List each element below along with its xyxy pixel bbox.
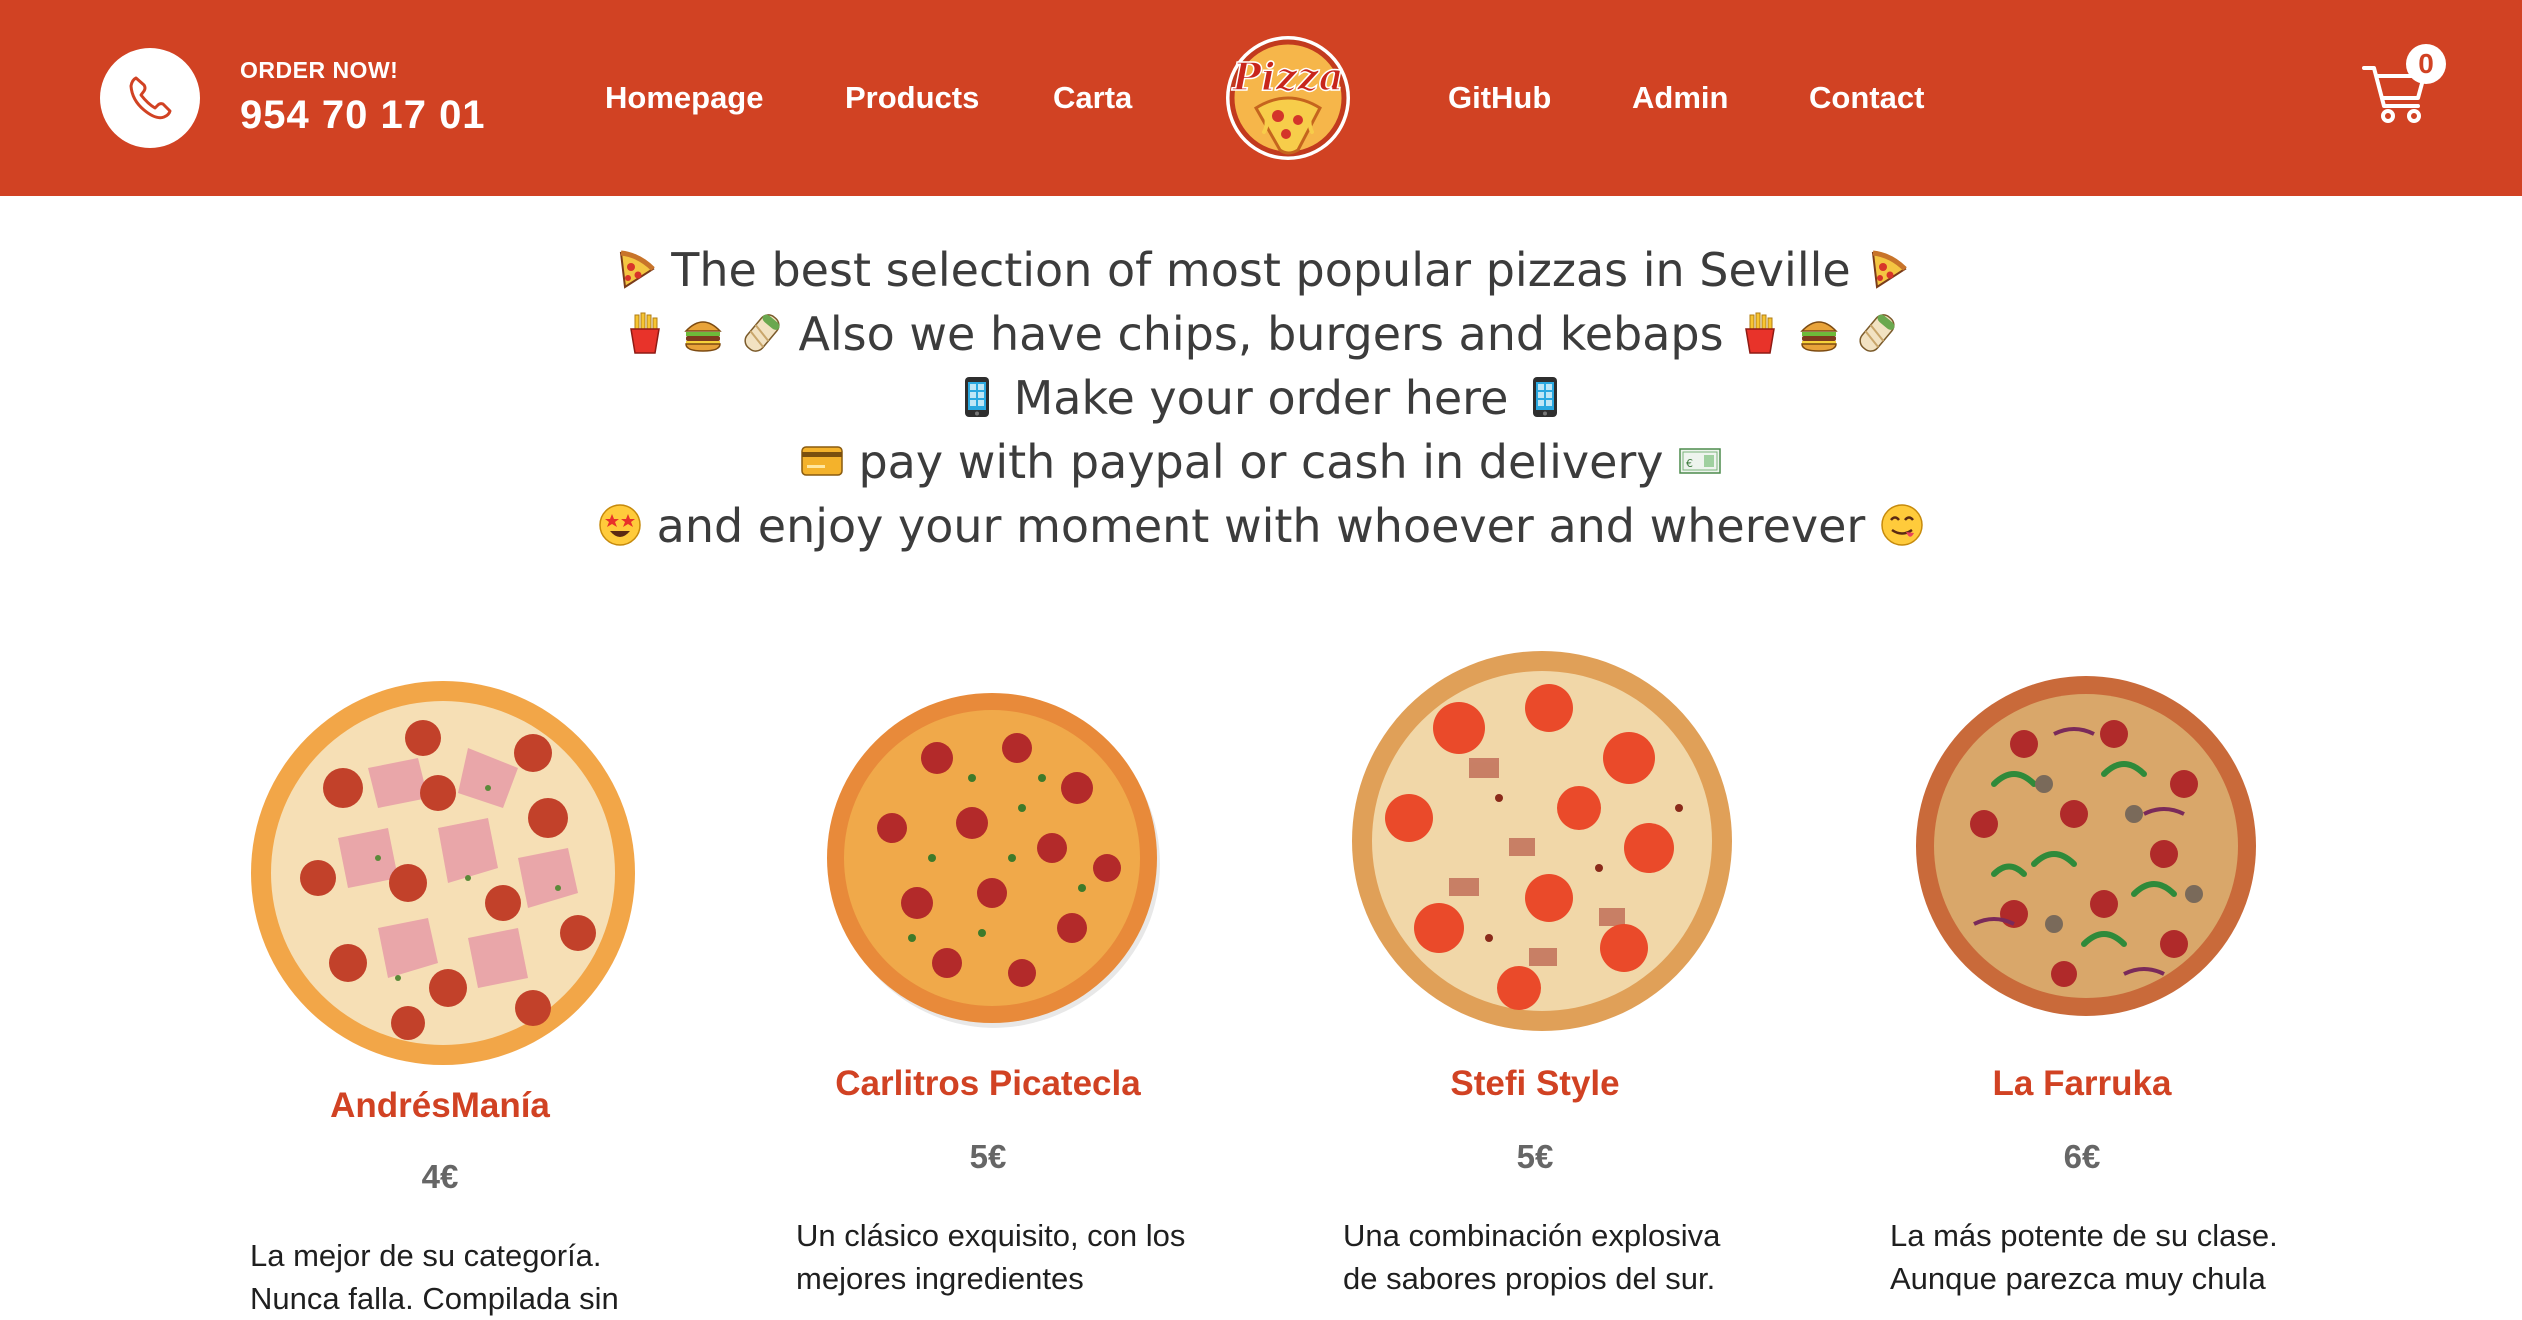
banknote-icon bbox=[1678, 439, 1722, 483]
product-card[interactable]: La Farruka 6€ La más potente de su clase… bbox=[1882, 640, 2282, 1320]
order-now-label: ORDER NOW! bbox=[240, 57, 399, 83]
yummy-face-icon bbox=[1880, 503, 1924, 547]
product-price: 5€ bbox=[1516, 1138, 1554, 1175]
product-card[interactable]: Carlitros Picatecla 5€ Un clásico exquis… bbox=[788, 640, 1188, 1320]
phone-number[interactable]: 954 70 17 01 bbox=[240, 93, 486, 138]
credit-card-icon bbox=[800, 439, 844, 483]
pizza-icon bbox=[613, 247, 657, 291]
product-name[interactable]: AndrésManía bbox=[240, 1086, 640, 1126]
intro-text-1: The best selection of most popular pizza… bbox=[671, 243, 1851, 297]
product-card[interactable]: AndrésManía 4€ La mejor de su categoría.… bbox=[240, 640, 640, 1320]
cart-count-badge: 0 bbox=[2406, 44, 2446, 84]
product-description: Un clásico exquisito, con los mejores in… bbox=[796, 1218, 1186, 1296]
intro-text-3: Make your order here bbox=[1013, 371, 1509, 425]
product-name[interactable]: Carlitros Picatecla bbox=[788, 1064, 1188, 1104]
product-card[interactable]: Stefi Style 5€ Una combinación explosiva… bbox=[1335, 640, 1735, 1320]
phone-button[interactable] bbox=[100, 48, 200, 148]
pizza-image[interactable] bbox=[822, 688, 1162, 1028]
fries-icon bbox=[623, 311, 667, 355]
mobile-phone-icon bbox=[955, 375, 999, 419]
nav-contact[interactable]: Contact bbox=[1809, 80, 1924, 116]
product-description: Una combinación explosiva de sabores pro… bbox=[1343, 1218, 1721, 1296]
star-struck-face-icon bbox=[598, 503, 642, 547]
product-description: La más potente de su clase. Aunque parez… bbox=[1890, 1218, 2278, 1296]
pizza-image[interactable] bbox=[1349, 648, 1735, 1034]
product-price: 5€ bbox=[969, 1138, 1007, 1175]
pizza-image[interactable] bbox=[248, 678, 638, 1068]
product-name[interactable]: Stefi Style bbox=[1335, 1064, 1735, 1104]
intro-text-4: pay with paypal or cash in delivery bbox=[858, 435, 1664, 489]
intro-line-3: Make your order here bbox=[0, 366, 2522, 430]
product-price: 4€ bbox=[421, 1158, 459, 1195]
phone-icon bbox=[129, 76, 172, 120]
product-name[interactable]: La Farruka bbox=[1882, 1064, 2282, 1104]
kebab-icon bbox=[1855, 311, 1899, 355]
intro-line-5: and enjoy your moment with whoever and w… bbox=[0, 494, 2522, 558]
nav-admin[interactable]: Admin bbox=[1632, 80, 1728, 116]
pizza-logo[interactable]: Pizza bbox=[1222, 28, 1354, 164]
burger-icon bbox=[1797, 311, 1841, 355]
burger-icon bbox=[681, 311, 725, 355]
nav-homepage[interactable]: Homepage bbox=[605, 80, 763, 116]
mobile-phone-icon bbox=[1523, 375, 1567, 419]
product-description: La mejor de su categoría. Nunca falla. C… bbox=[250, 1238, 619, 1316]
nav-github[interactable]: GitHub bbox=[1448, 80, 1551, 116]
pizza-image[interactable] bbox=[1914, 674, 2258, 1018]
kebab-icon bbox=[740, 311, 784, 355]
nav-products[interactable]: Products bbox=[845, 80, 979, 116]
intro-text-5: and enjoy your moment with whoever and w… bbox=[656, 499, 1866, 553]
intro-line-1: The best selection of most popular pizza… bbox=[0, 238, 2522, 302]
pizza-icon bbox=[1865, 247, 1909, 291]
intro-text-2: Also we have chips, burgers and kebaps bbox=[798, 307, 1724, 361]
product-price: 6€ bbox=[2063, 1138, 2101, 1175]
intro-text: The best selection of most popular pizza… bbox=[0, 238, 2522, 558]
intro-line-2: Also we have chips, burgers and kebaps bbox=[0, 302, 2522, 366]
fries-icon bbox=[1738, 311, 1782, 355]
site-header: ORDER NOW! 954 70 17 01 Homepage Product… bbox=[0, 0, 2522, 196]
nav-carta[interactable]: Carta bbox=[1053, 80, 1132, 116]
logo-text: Pizza bbox=[1232, 54, 1344, 99]
intro-line-4: pay with paypal or cash in delivery bbox=[0, 430, 2522, 494]
